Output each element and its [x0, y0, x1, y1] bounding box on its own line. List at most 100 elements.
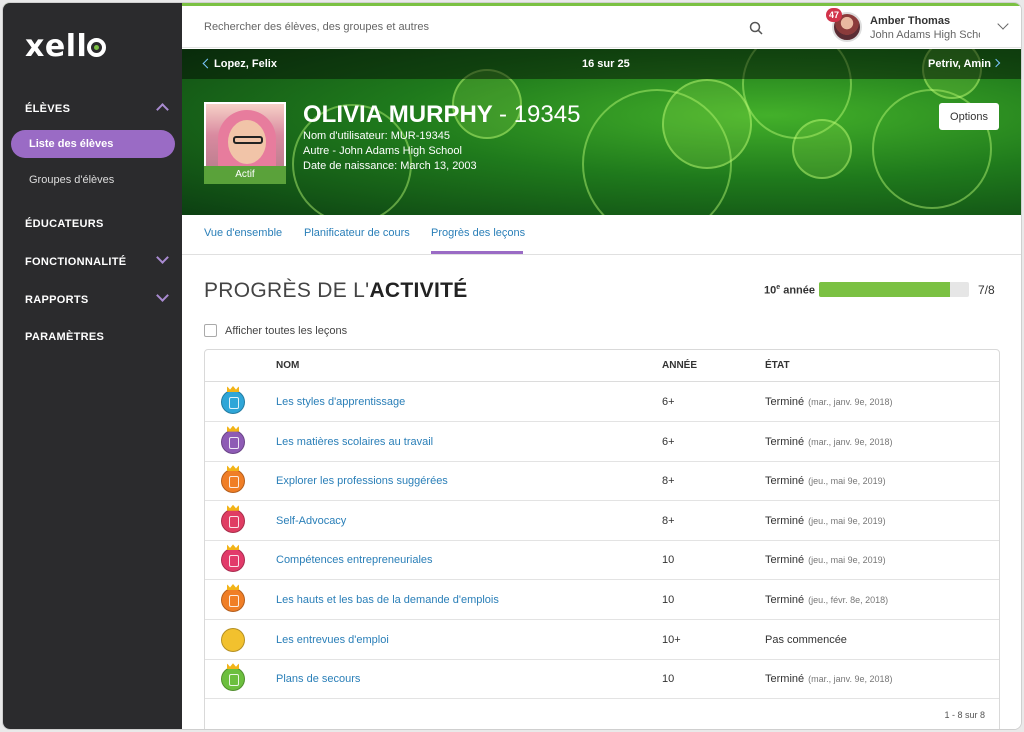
student-navigation-bar: Lopez, Felix 16 sur 25 Petriv, Amin: [182, 49, 1021, 79]
lesson-year: 10+: [662, 633, 681, 646]
lesson-state-label: Pas commencée: [765, 633, 847, 646]
sidebar: xell ÉLÈVES Liste des élèves Groupes d'é…: [3, 3, 182, 729]
table-header: NOM ANNÉE ÉTAT: [205, 350, 999, 382]
student-banner: Lopez, Felix 16 sur 25 Petriv, Amin Acti…: [182, 49, 1021, 215]
lesson-badge-icon: [221, 469, 245, 494]
column-header-name[interactable]: NOM: [276, 360, 299, 371]
table-row[interactable]: Les matières scolaires au travail 6+ Termi…: [205, 422, 999, 462]
lesson-name-link[interactable]: Self-Advocacy: [276, 515, 346, 527]
lesson-state: Terminé (mar., janv. 9e, 2018): [765, 673, 893, 685]
lessons-table: NOM ANNÉE ÉTAT Les styles d'apprentissag…: [204, 349, 1000, 729]
lesson-state: Terminé (mar., janv. 9e, 2018): [765, 396, 893, 408]
lesson-name-link[interactable]: Les styles d'apprentissage: [276, 396, 405, 408]
lesson-year: 6+: [662, 396, 675, 408]
main-content: PROGRÈS DE L'ACTIVITÉ 10e année 7/8 Affi…: [182, 255, 1021, 729]
column-header-state[interactable]: ÉTAT: [765, 360, 790, 371]
lesson-state: Terminé (jeu., mai 9e, 2019): [765, 475, 886, 487]
grade-label: 10e année: [764, 284, 815, 297]
lesson-name-link[interactable]: Les hauts et les bas de la demande d'emp…: [276, 594, 499, 606]
lesson-badge-icon: [221, 627, 245, 652]
table-row[interactable]: Self-Advocacy 8+ Terminé (jeu., mai 9e, 201…: [205, 501, 999, 541]
lesson-year: 6+: [662, 435, 675, 448]
show-all-label: Afficher toutes les leçons: [225, 324, 348, 337]
lesson-badge-icon: [221, 390, 245, 414]
student-number: - 19345: [499, 101, 581, 128]
lesson-badge-icon: [221, 548, 245, 573]
progress-fill: [819, 282, 951, 297]
sidebar-section-label: ÉLÈVES: [25, 103, 71, 115]
lesson-badge-icon: [221, 508, 245, 533]
table-row[interactable]: Compétences entrepreneuriales 10 Terminé (j…: [205, 540, 999, 581]
sidebar-item-label: Liste des élèves: [29, 138, 114, 150]
lesson-name-link[interactable]: Plans de secours: [276, 673, 360, 685]
tab-planificateur-cours[interactable]: Planificateur de cours: [304, 227, 410, 239]
grade-progress-bar: [819, 282, 969, 297]
lesson-year: 10: [662, 554, 675, 567]
sidebar-section-eleves[interactable]: ÉLÈVES: [3, 90, 182, 128]
tab-progres-lecons[interactable]: Progrès des leçons: [431, 227, 525, 239]
chevron-down-icon: [156, 251, 169, 264]
sidebar-item-groupes-eleves[interactable]: Groupes d'élèves: [11, 166, 175, 194]
next-student-link[interactable]: Petriv, Amin: [928, 58, 991, 70]
tab-bar: Vue d'ensemble Planificateur de cours Pr…: [182, 215, 1021, 255]
lesson-date: (mar., janv. 9e, 2018): [808, 674, 893, 685]
user-menu[interactable]: 47 Amber Thomas John Adams High School: [826, 8, 1021, 44]
lesson-name-link[interactable]: Explorer les professions suggérées: [276, 475, 448, 487]
page-title: PROGRÈS DE L'ACTIVITÉ: [204, 279, 468, 303]
lesson-badge-icon: [221, 588, 245, 612]
lesson-state-label: Terminé: [765, 435, 805, 448]
sidebar-section-label: PARAMÈTRES: [25, 331, 105, 343]
sidebar-section-parametres[interactable]: PARAMÈTRES: [3, 318, 182, 356]
student-birthdate: Date de naissance: March 13, 2003: [303, 160, 477, 172]
photo-glasses: [233, 136, 263, 144]
page-title-bold: ACTIVITÉ: [369, 279, 468, 302]
lesson-year: 10: [662, 594, 675, 606]
student-name: OLIVIA MURPHY: [303, 101, 493, 128]
lesson-state: Terminé (jeu., mai 9e, 2019): [765, 515, 886, 527]
bubble-decoration: [662, 79, 752, 169]
lesson-year: 10: [662, 673, 675, 686]
lesson-state: Terminé (jeu., févr. 8e, 2018): [765, 594, 888, 606]
notification-badge[interactable]: 47: [826, 8, 843, 22]
lesson-year: 8+: [662, 475, 675, 488]
sidebar-section-educateurs[interactable]: ÉDUCATEURS: [3, 205, 182, 243]
status-badge: Actif: [204, 166, 286, 184]
pagination-info: 1 - 8 sur 8: [944, 710, 985, 720]
lesson-state: Terminé (mar., janv. 9e, 2018): [765, 436, 893, 448]
lesson-name-link[interactable]: Compétences entrepreneuriales: [276, 554, 433, 566]
lesson-date: (jeu., mai 9e, 2019): [808, 515, 886, 526]
chevron-down-icon: [156, 289, 169, 302]
table-row[interactable]: Les hauts et les bas de la demande d'emp…: [205, 580, 999, 620]
sidebar-section-rapports[interactable]: RAPPORTS: [3, 281, 182, 319]
tab-vue-ensemble[interactable]: Vue d'ensemble: [204, 227, 282, 239]
show-all-checkbox[interactable]: [204, 324, 217, 337]
table-row[interactable]: Plans de secours 10 Terminé (mar., janv. 9e…: [205, 659, 999, 700]
chevron-right-icon[interactable]: [991, 58, 1001, 68]
top-header: 47 Amber Thomas John Adams High School: [182, 6, 1021, 48]
lesson-name-link[interactable]: Les matières scolaires au travail: [276, 436, 433, 448]
grade-number: 10: [764, 284, 777, 297]
previous-student-link[interactable]: Lopez, Felix: [204, 58, 277, 70]
sidebar-section-label: ÉDUCATEURS: [25, 218, 104, 230]
xello-logo[interactable]: xell: [25, 29, 107, 64]
page-title-prefix: PROGRÈS DE L': [204, 279, 370, 302]
table-row[interactable]: Les entrevues d'emploi 10+ Pas commencée: [205, 620, 999, 660]
chevron-up-icon: [156, 103, 169, 116]
lesson-badge-icon: [221, 429, 245, 454]
lesson-state-label: Terminé: [765, 554, 805, 567]
show-all-lessons-toggle[interactable]: Afficher toutes les leçons: [204, 324, 347, 337]
options-button[interactable]: Options: [939, 103, 999, 130]
search-input[interactable]: [204, 21, 604, 33]
table-row[interactable]: Les styles d'apprentissage 6+ Terminé (mar.…: [205, 382, 999, 422]
sidebar-section-fonctionnalite[interactable]: FONCTIONNALITÉ: [3, 243, 182, 281]
column-header-year[interactable]: ANNÉE: [662, 360, 697, 371]
lesson-date: (jeu., mai 9e, 2019): [808, 476, 886, 487]
student-school: Autre - John Adams High School: [303, 145, 462, 157]
lesson-name-link[interactable]: Les entrevues d'emploi: [276, 634, 389, 646]
sidebar-item-liste-eleves[interactable]: Liste des élèves: [11, 130, 175, 158]
search-icon[interactable]: [749, 21, 763, 35]
chevron-down-icon[interactable]: [997, 18, 1009, 30]
sidebar-section-label: RAPPORTS: [25, 294, 89, 306]
table-row[interactable]: Explorer les professions suggérées 8+ Term…: [205, 461, 999, 502]
app-window: xell ÉLÈVES Liste des élèves Groupes d'é…: [2, 2, 1022, 730]
